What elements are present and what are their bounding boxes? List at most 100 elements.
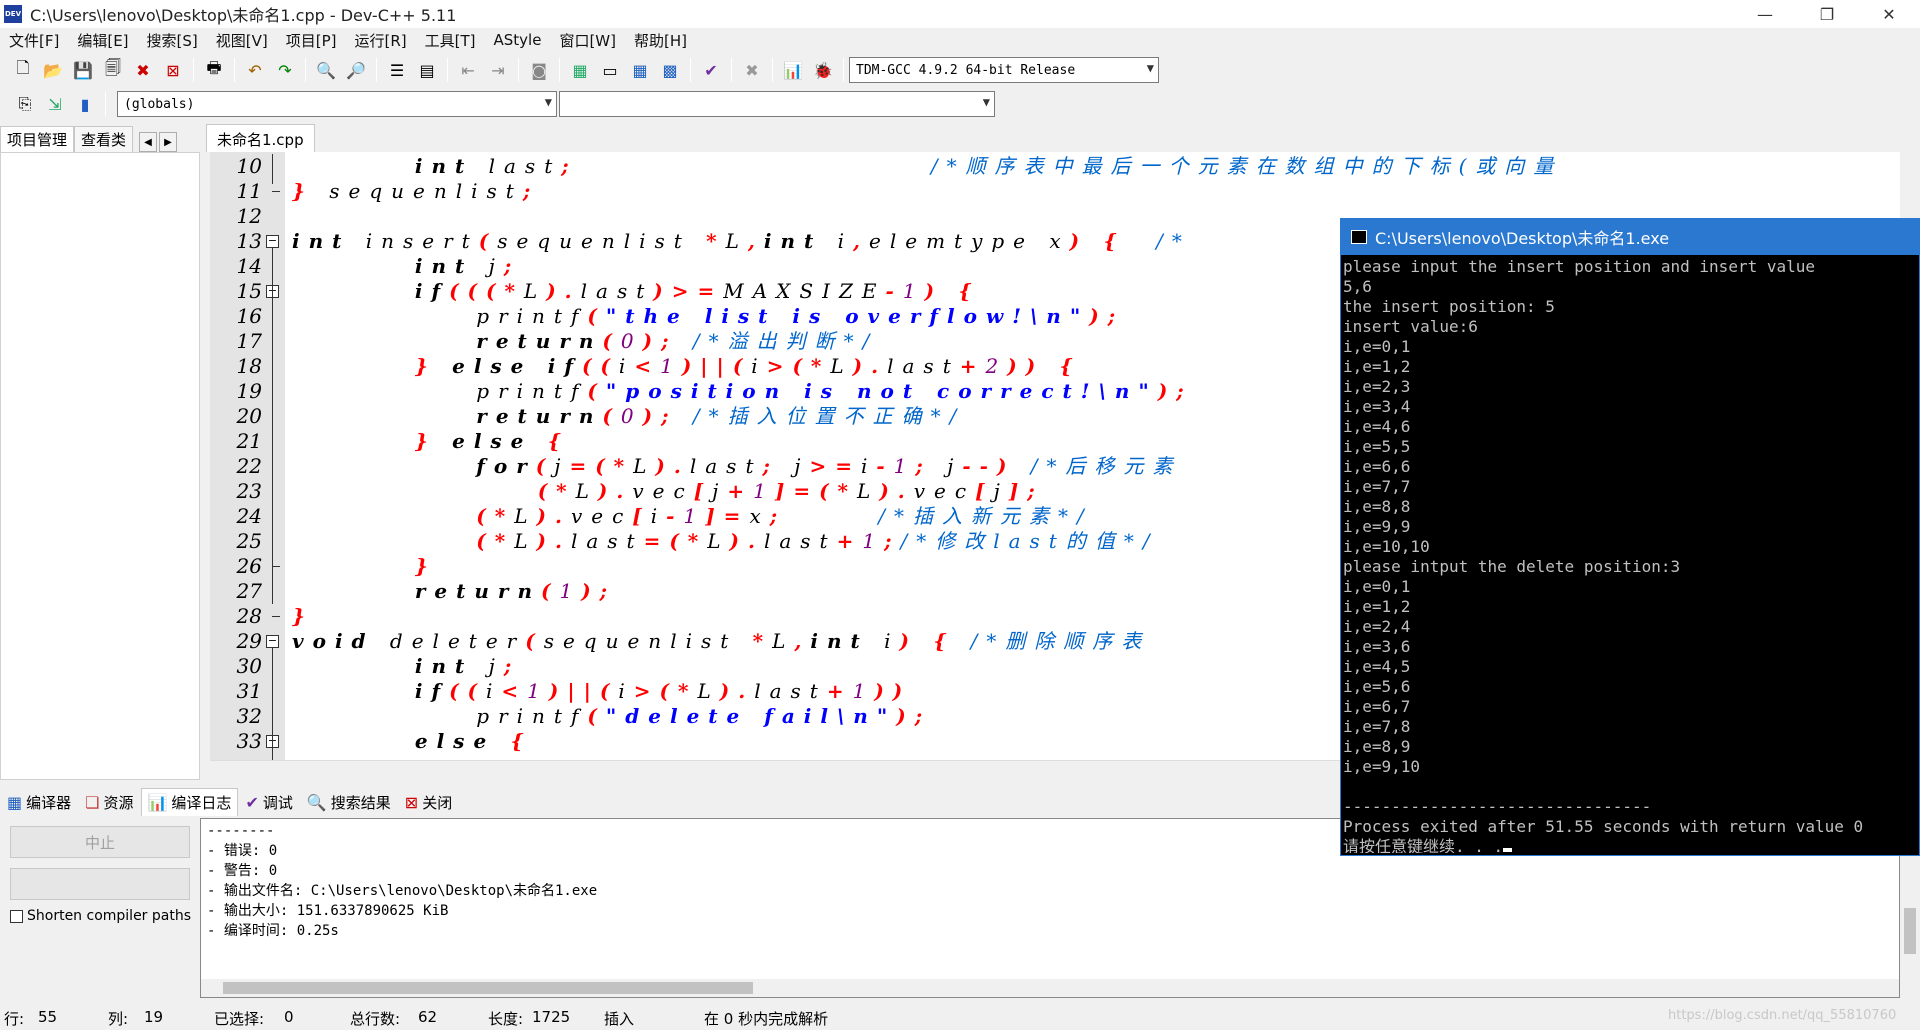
code-line[interactable]: return(0); /*溢出判断*/ [292,329,878,354]
profile-icon[interactable]: 📊 [780,57,806,83]
tab-left-arrow-icon[interactable]: ◀ [139,132,158,152]
line-number: 29 [236,629,262,653]
log-horizontal-scrollbar[interactable] [201,979,1899,997]
unindent-icon[interactable]: ⇥ [485,57,511,83]
code-line[interactable]: return(0); /*插入位置不正确*/ [292,404,965,429]
fold-toggle-icon[interactable]: − [266,235,279,248]
fold-toggle-icon[interactable]: − [266,635,279,648]
new-project-icon[interactable]: ▦ [567,57,593,83]
undo-icon[interactable]: ↶ [242,57,268,83]
code-line[interactable]: int last; /*顺序表中最后一个元素在数组中的下标(或向量 [292,154,1562,179]
code-line[interactable]: } sequenlist; [292,179,539,204]
compiler-icon: ▦ [7,792,23,812]
shorten-paths-checkbox[interactable]: Shorten compiler paths [10,908,191,924]
console-line: i,e=0,1 [1343,577,1411,596]
redo-icon[interactable]: ↷ [272,57,298,83]
console-line: the insert position: 5 [1343,297,1555,316]
tab-debug[interactable]: ✔ 调试 [238,788,299,816]
menu-window[interactable]: 窗口[W] [550,30,625,51]
checkbox-box[interactable] [10,909,23,923]
toggle-comment-icon[interactable]: ◙ [526,57,552,83]
code-line[interactable]: } else { [292,429,570,454]
stop-button[interactable]: 中止 [10,826,190,858]
code-line[interactable]: } else if((i<1)||(i>(*L).last+2)) { [292,354,1081,379]
save-icon[interactable]: 💾 [70,57,96,83]
tab-search-results[interactable]: 🔍 搜索结果 [300,788,398,816]
code-line[interactable]: printf("position is not correct!\n"); [292,379,1193,404]
fold-guide [272,248,273,604]
console-line: i,e=9,9 [1343,517,1411,536]
find-icon[interactable]: 🔍 [313,57,339,83]
menu-astyle[interactable]: AStyle [485,31,551,49]
tab-resources[interactable]: ❏ 资源 [78,788,140,816]
compile-icon[interactable]: ▦ [627,57,653,83]
console-window[interactable]: C:\Users\lenovo\Desktop\未命名1.exe please … [1340,218,1920,856]
close-all-icon[interactable]: ⊠ [160,57,186,83]
code-line[interactable]: int j; [292,254,520,279]
replace-icon[interactable]: 🔎 [343,57,369,83]
code-line[interactable]: (*L).last=(*L).last+1;/*修改last的值*/ [292,529,1159,554]
tab-close[interactable]: ⊠ 关闭 [398,788,459,816]
code-line[interactable]: } [292,604,314,629]
goto-line-icon[interactable]: ☰ [384,57,410,83]
compiler-select[interactable]: TDM-GCC 4.9.2 64-bit Release ▼ [849,57,1159,83]
console-output[interactable]: please input the insert position and ins… [1343,257,1917,853]
menu-help[interactable]: 帮助[H] [625,30,696,51]
code-line[interactable]: printf("the list is overflow!\n"); [292,304,1124,329]
function-select[interactable]: ▼ [559,91,995,117]
menu-search[interactable]: 搜索[S] [138,30,207,51]
scrollbar-thumb[interactable] [223,982,753,994]
console-line: i,e=2,3 [1343,377,1411,396]
close-file-icon[interactable]: ✖ [130,57,156,83]
menu-project[interactable]: 项目[P] [277,30,346,51]
code-line[interactable]: (*L).vec[i-1]=x; /*插入新元素*/ [292,504,1093,529]
tab-compiler[interactable]: ▦ 编译器 [0,788,78,816]
project-tree-panel[interactable] [0,152,200,780]
open-file-icon[interactable]: 📂 [40,57,66,83]
menu-run[interactable]: 运行[R] [345,30,415,51]
bookmark-icon[interactable]: ⇲ [42,91,68,117]
restore-button[interactable]: ❐ [1796,0,1858,28]
debug-icon[interactable]: 🐞 [810,57,836,83]
close-button[interactable]: ✕ [1858,0,1920,28]
code-line[interactable]: int insert(sequenlist *L,int i,elemtype … [292,229,1191,254]
compile-run-icon[interactable]: ▩ [657,57,683,83]
goto-bookmark-icon[interactable]: ▮ [72,91,98,117]
menu-tools[interactable]: 工具[T] [416,30,485,51]
menu-file[interactable]: 文件[F] [0,30,68,51]
print-icon[interactable]: 🖶 [201,57,227,83]
check-syntax-icon[interactable]: ✔ [698,57,724,83]
code-line[interactable]: int j; [292,654,520,679]
tab-class-browser[interactable]: 查看类 [74,126,134,152]
tab-compile-log[interactable]: 📊 编译日志 [140,788,239,816]
scope-select[interactable]: (globals) ▼ [117,91,557,117]
insert-icon[interactable]: ⎘ [12,91,38,117]
code-line[interactable]: (*L).vec[j+1]=(*L).vec[j]; [292,479,1044,504]
save-all-icon[interactable]: 🗐 [100,57,126,83]
tab-right-arrow-icon[interactable]: ▶ [159,132,178,152]
goto-file-icon[interactable]: ▤ [414,57,440,83]
tab-project-manager[interactable]: 项目管理 [0,126,75,152]
console-line: i,e=6,7 [1343,697,1411,716]
code-line[interactable]: } [292,554,437,579]
status-selected: 0 [284,1008,294,1026]
console-title-bar[interactable]: C:\Users\lenovo\Desktop\未命名1.exe [1341,219,1919,255]
code-line[interactable]: if((i<1)||(i>(*L).last+1)) [292,679,911,704]
scrollbar-thumb[interactable] [1904,908,1916,954]
menu-view[interactable]: 视图[V] [207,30,277,51]
code-line[interactable]: else { [292,729,532,754]
stop-execution-icon[interactable]: ✖ [739,57,765,83]
code-line[interactable]: for(j=(*L).last; j>=i-1; j--) /*后移元素 [292,454,1182,479]
console-line: Process exited after 51.55 seconds with … [1343,817,1864,836]
fullscreen-icon[interactable]: ▭ [597,57,623,83]
menu-edit[interactable]: 编辑[E] [68,30,137,51]
code-line[interactable]: if(((*L).last)>=MAXSIZE-1) { [292,279,980,304]
minimize-button[interactable]: — [1734,0,1796,28]
indent-icon[interactable]: ⇤ [455,57,481,83]
code-line[interactable]: printf("delete fail\n"); [292,704,931,729]
line-number: 21 [236,429,262,453]
tab-file[interactable]: 未命名1.cpp [206,124,315,152]
new-file-icon[interactable]: 🗋 [10,57,36,83]
code-line[interactable]: return(1); [292,579,616,604]
code-line[interactable]: void deleter(sequenlist *L,int i) { /*删除… [292,629,1150,654]
